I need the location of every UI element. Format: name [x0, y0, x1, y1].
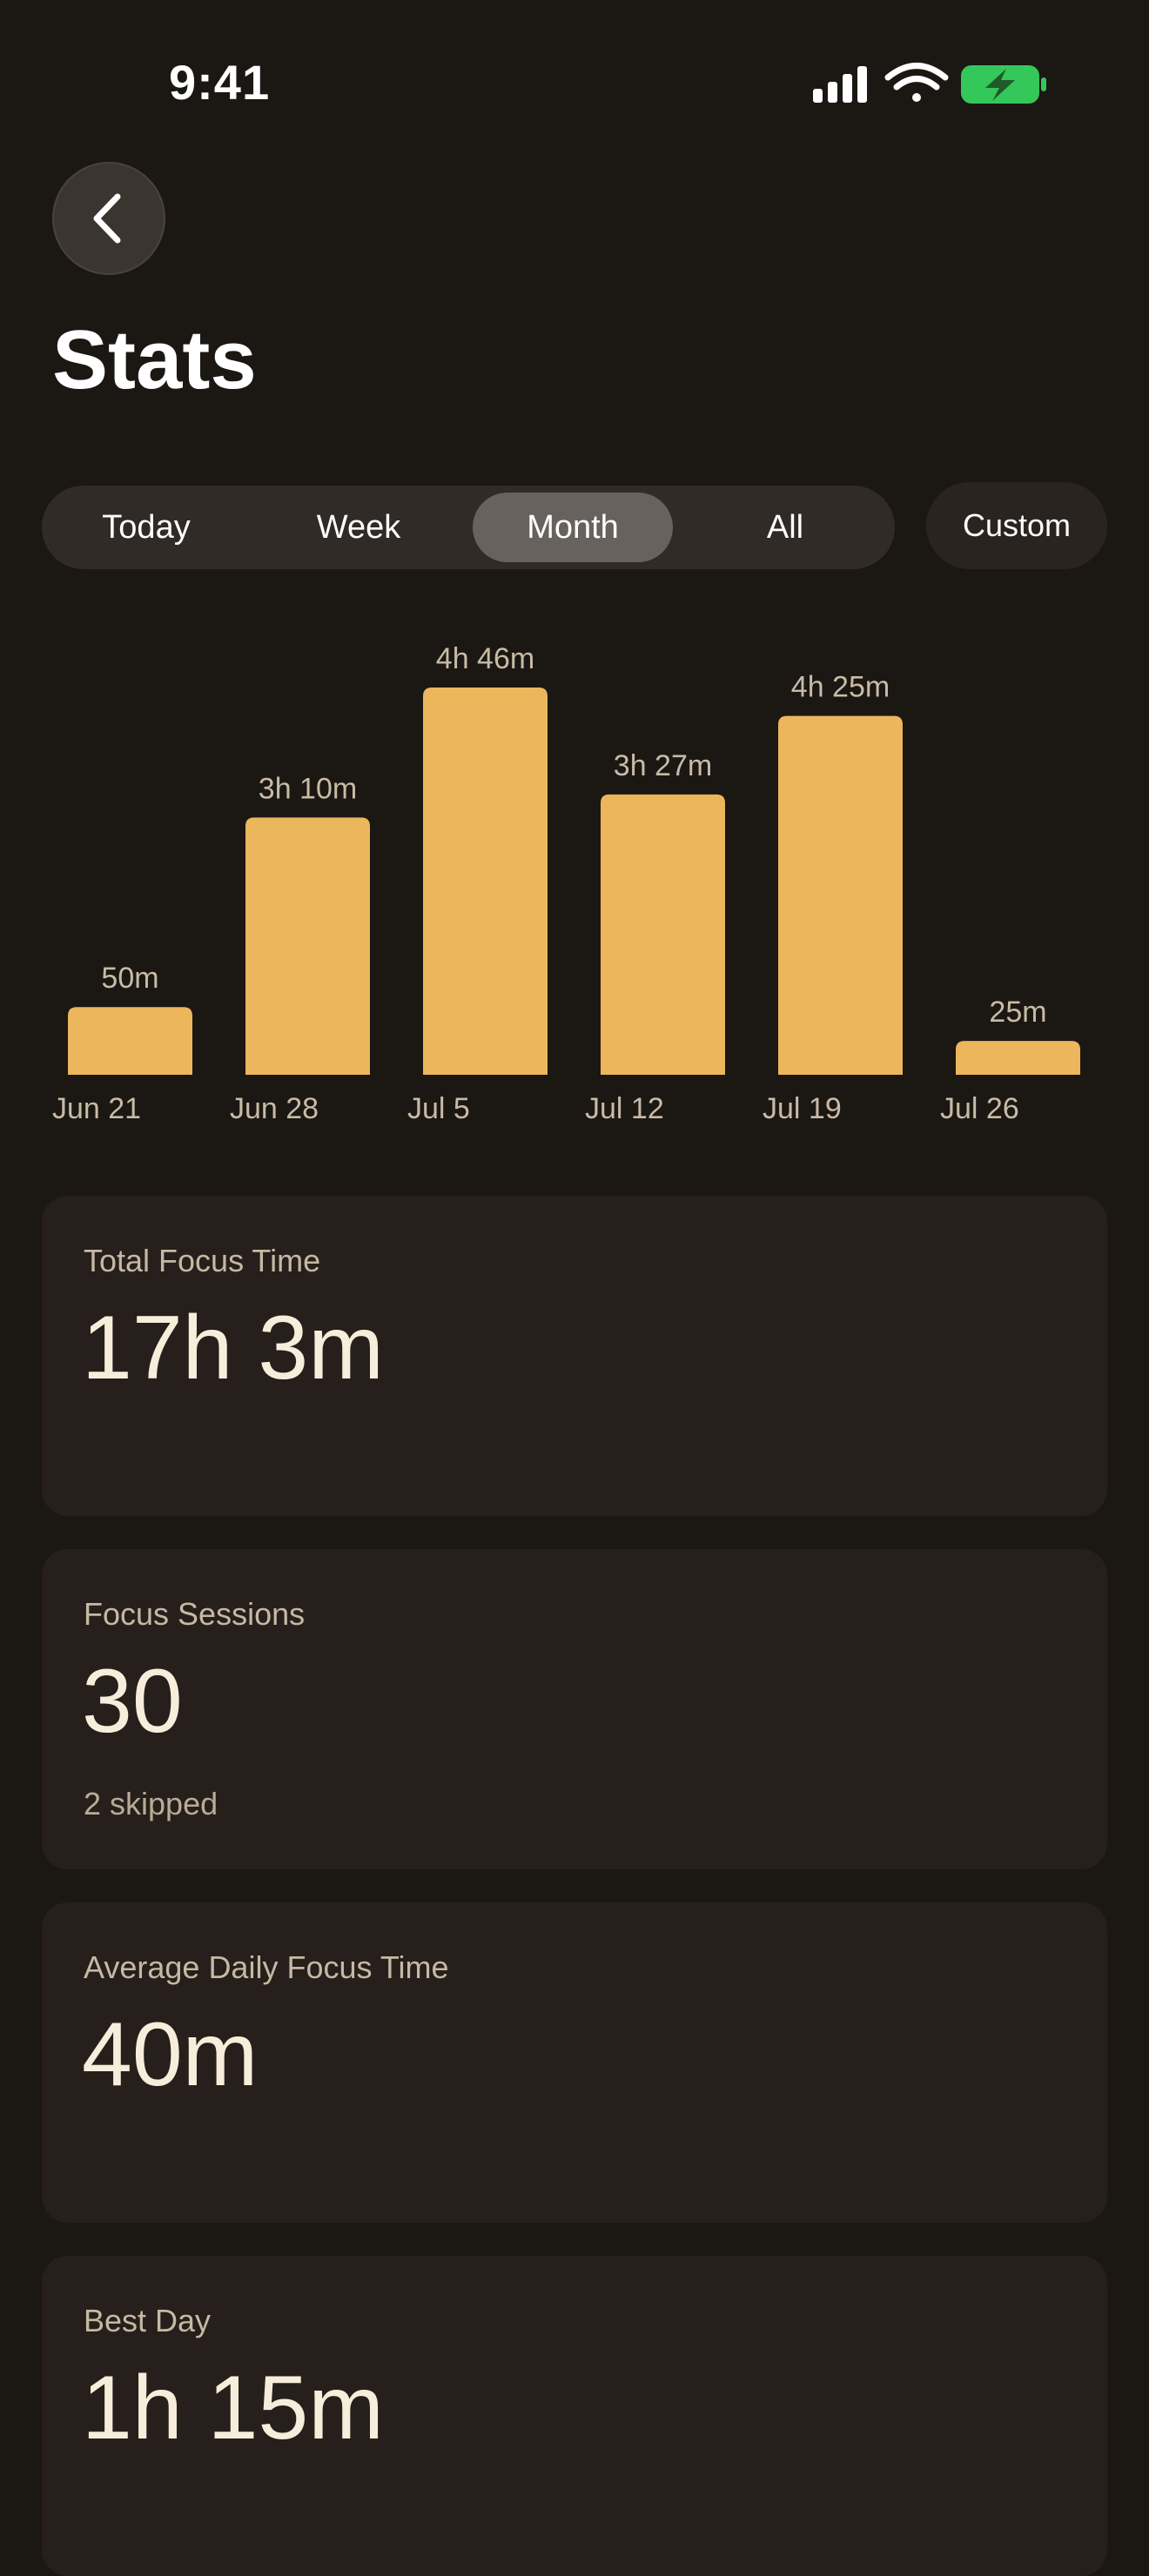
card-label: Best Day	[84, 2303, 212, 2338]
chart-value-label: 3h 27m	[614, 749, 712, 782]
cellular-signal-icon	[813, 66, 867, 103]
chart-bar[interactable]	[68, 1007, 192, 1075]
chart-category-label: Jul 5	[407, 1092, 470, 1125]
wifi-icon	[884, 63, 949, 102]
card-subtext: 2 skipped	[84, 1786, 218, 1821]
card-value: 40m	[82, 2004, 259, 2105]
card-value: 1h 15m	[82, 2358, 384, 2459]
chart-value-label: 25m	[989, 996, 1046, 1029]
average-daily-focus-card[interactable]: Average Daily Focus Time 40m	[42, 1902, 1107, 2223]
tab-week[interactable]: Week	[263, 493, 454, 562]
card-label: Total Focus Time	[84, 1243, 321, 1278]
tab-month[interactable]: Month	[473, 493, 673, 562]
chart-value-label: 4h 46m	[436, 642, 534, 675]
chart-bar[interactable]	[601, 794, 725, 1075]
custom-range-button[interactable]: Custom	[926, 482, 1107, 569]
status-time: 9:41	[169, 55, 271, 110]
card-label: Average Daily Focus Time	[84, 1949, 449, 1985]
range-segmented-control: Today Week Month All	[42, 486, 895, 569]
chart-bar[interactable]	[778, 715, 903, 1075]
chart-category-label: Jun 21	[52, 1092, 141, 1125]
chart-bar[interactable]	[245, 817, 370, 1075]
chevron-left-icon	[93, 193, 121, 244]
best-day-card[interactable]: Best Day 1h 15m	[42, 2256, 1107, 2576]
total-focus-time-card[interactable]: Total Focus Time 17h 3m	[42, 1196, 1107, 1516]
chart-bar[interactable]	[956, 1041, 1080, 1075]
back-button[interactable]	[52, 162, 165, 275]
tab-all[interactable]: All	[689, 493, 881, 562]
chart-value-label: 4h 25m	[791, 671, 890, 704]
focus-time-bar-chart: 50m Jun 21 3h 10m Jun 28 4h 46m Jul 5 3h 27m Ju…	[52, 642, 1080, 1125]
battery-charging-icon	[961, 65, 1046, 104]
status-bar: 9:41	[0, 0, 1149, 165]
chart-value-label: 3h 10m	[259, 772, 357, 805]
chart-category-label: Jul 19	[763, 1092, 842, 1125]
chart-category-label: Jul 26	[940, 1092, 1019, 1125]
chart-category-label: Jul 12	[585, 1092, 664, 1125]
status-icons	[813, 63, 1046, 104]
chart-bar[interactable]	[423, 688, 548, 1075]
card-value: 17h 3m	[82, 1298, 384, 1399]
card-value: 30	[82, 1651, 183, 1752]
chart-category-label: Jun 28	[230, 1092, 319, 1125]
tab-today[interactable]: Today	[50, 493, 242, 562]
card-label: Focus Sessions	[84, 1596, 306, 1632]
chart-value-label: 50m	[101, 962, 158, 995]
focus-sessions-card[interactable]: Focus Sessions 30 2 skipped	[42, 1549, 1107, 1869]
page-title: Stats	[52, 313, 257, 406]
